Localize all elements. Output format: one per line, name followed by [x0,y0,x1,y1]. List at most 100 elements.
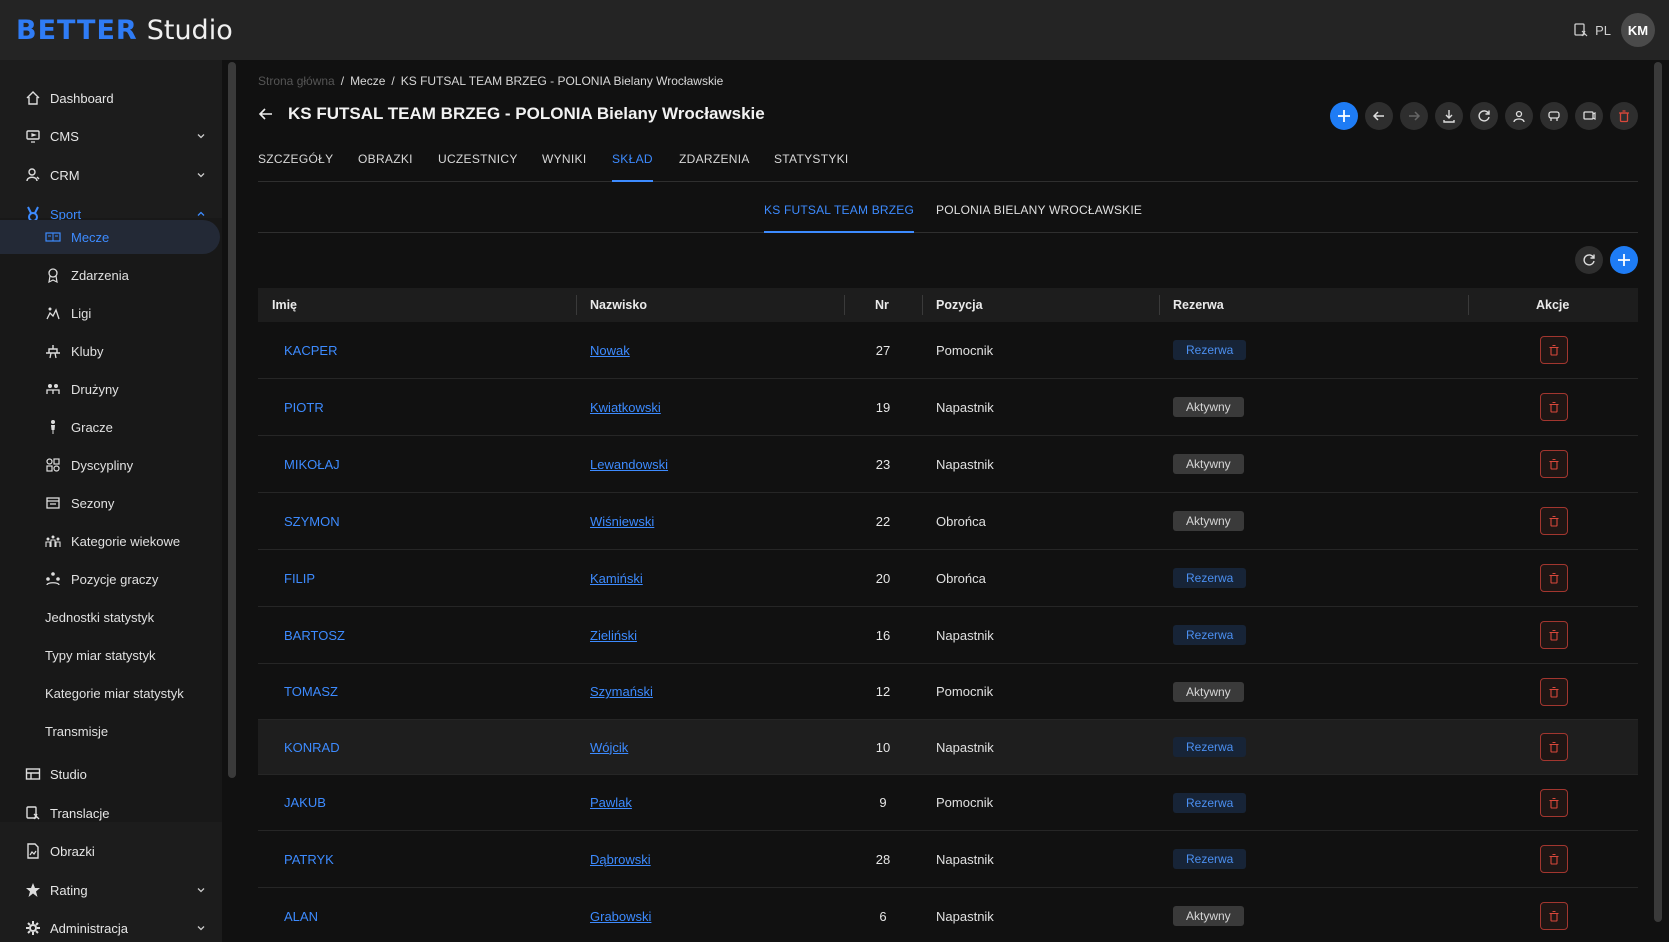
refresh-button[interactable] [1470,102,1498,130]
sidebar-item-cms[interactable]: CMS [0,119,222,153]
delete-player-button[interactable] [1540,621,1568,649]
sidebar-item-obrazki[interactable]: Obrazki [0,834,222,868]
player-first-name[interactable]: KACPER [284,322,337,378]
player-last-name-link[interactable]: Grabowski [590,888,651,942]
sidebar-item-translacje[interactable]: Translacje [0,796,222,830]
player-last-name-link[interactable]: Kwiatkowski [590,379,661,435]
delete-player-button[interactable] [1540,733,1568,761]
player-last-name-link[interactable]: Pawlak [590,775,632,830]
sidebar-sub-kategorie-wiekowe[interactable]: Kategorie wiekowe [0,524,222,558]
player-first-name[interactable]: SZYMON [284,493,340,549]
tab-images[interactable]: OBRAZKI [358,152,413,182]
header-first-name[interactable]: Imię [272,288,297,322]
delete-player-button[interactable] [1540,336,1568,364]
player-first-name[interactable]: PIOTR [284,379,324,435]
player-last-name-link[interactable]: Dąbrowski [590,831,651,887]
header-position[interactable]: Pozycja [936,288,983,322]
status-badge[interactable]: Rezerwa [1173,737,1247,757]
main-scrollbar[interactable] [1654,62,1662,922]
team-tab-away[interactable]: POLONIA BIELANY WROCŁAWSKIE [936,203,1142,233]
tab-lineup[interactable]: SKŁAD [612,152,653,182]
tab-details[interactable]: SZCZEGÓŁY [258,152,333,182]
sidebar-sub-gracze[interactable]: Gracze [0,410,222,444]
table-row[interactable]: KACPER Nowak 27 Pomocnik Rezerwa [258,322,1638,379]
player-first-name[interactable]: ALAN [284,888,318,942]
sidebar-sub-transmisje[interactable]: Transmisje [0,714,222,748]
app-logo[interactable]: BETTER Studio [16,15,233,46]
sidebar-sub-ligi[interactable]: Ligi [0,296,222,330]
table-row[interactable]: ALAN Grabowski 6 Napastnik Aktywny [258,888,1638,942]
player-last-name-link[interactable]: Lewandowski [590,436,668,492]
status-badge[interactable]: Rezerwa [1173,568,1247,588]
sidebar-sub-zdarzenia[interactable]: Zdarzenia [0,258,222,292]
status-badge[interactable]: Rezerwa [1173,849,1247,869]
table-row[interactable]: BARTOSZ Zieliński 16 Napastnik Rezerwa [258,607,1638,664]
sidebar-sub-drużyny[interactable]: Drużyny [0,372,222,406]
player-last-name-link[interactable]: Wójcik [590,720,628,774]
sidebar-sub-typy-miar-statystyk[interactable]: Typy miar statystyk [0,638,222,672]
header-nr[interactable]: Nr [875,288,889,322]
player-last-name-link[interactable]: Szymański [590,664,653,719]
player-last-name-link[interactable]: Zieliński [590,607,637,663]
status-badge[interactable]: Rezerwa [1173,340,1247,360]
sidebar-item-administracja[interactable]: Administracja [0,911,222,942]
table-row[interactable]: JAKUB Pawlak 9 Pomocnik Rezerwa [258,775,1638,831]
tab-events[interactable]: ZDARZENIA [679,152,750,182]
player-first-name[interactable]: TOMASZ [284,664,338,719]
language-switch[interactable]: PL [1573,22,1611,38]
back-arrow-icon[interactable] [258,106,274,122]
participants-button[interactable] [1505,102,1533,130]
breadcrumb-home[interactable]: Strona główna [258,74,335,88]
table-row[interactable]: PIOTR Kwiatkowski 19 Napastnik Aktywny [258,379,1638,436]
tab-participants[interactable]: UCZESTNICY [438,152,518,182]
sidebar-sub-kluby[interactable]: Kluby [0,334,222,368]
download-button[interactable] [1435,102,1463,130]
sidebar-item-crm[interactable]: CRM [0,158,222,192]
delete-player-button[interactable] [1540,677,1568,706]
player-first-name[interactable]: PATRYK [284,831,334,887]
status-badge[interactable]: Rezerwa [1173,625,1247,645]
delete-player-button[interactable] [1540,845,1568,873]
delete-player-button[interactable] [1540,450,1568,478]
table-row[interactable]: MIKOŁAJ Lewandowski 23 Napastnik Aktywny [258,436,1638,493]
player-last-name-link[interactable]: Kamiński [590,550,643,606]
status-badge[interactable]: Aktywny [1173,511,1244,531]
sidebar-sub-pozycje-graczy[interactable]: Pozycje graczy [0,562,222,596]
sidebar-sub-jednostki-statystyk[interactable]: Jednostki statystyk [0,600,222,634]
sidebar-item-dashboard[interactable]: Dashboard [0,81,222,115]
refresh-lineup-button[interactable] [1575,246,1603,274]
player-first-name[interactable]: BARTOSZ [284,607,345,663]
table-row[interactable]: TOMASZ Szymański 12 Pomocnik Aktywny [258,664,1638,720]
delete-record-button[interactable] [1610,102,1638,130]
user-avatar[interactable]: KM [1621,13,1655,47]
status-badge[interactable]: Rezerwa [1173,792,1247,813]
player-first-name[interactable]: FILIP [284,550,315,606]
status-badge[interactable]: Aktywny [1173,454,1244,474]
header-last-name[interactable]: Nazwisko [590,288,647,322]
tab-results[interactable]: WYNIKI [542,152,586,182]
player-first-name[interactable]: KONRAD [284,720,340,774]
delete-player-button[interactable] [1540,393,1568,421]
broadcast-button[interactable] [1575,102,1603,130]
player-first-name[interactable]: MIKOŁAJ [284,436,340,492]
sidebar-sub-kategorie-miar-statystyk[interactable]: Kategorie miar statystyk [0,676,222,710]
delete-player-button[interactable] [1540,788,1568,817]
player-first-name[interactable]: JAKUB [284,775,326,830]
table-row[interactable]: SZYMON Wiśniewski 22 Obrońca Aktywny [258,493,1638,550]
table-row[interactable]: FILIP Kamiński 20 Obrońca Rezerwa [258,550,1638,607]
breadcrumb-matches[interactable]: Mecze [350,74,385,88]
status-badge[interactable]: Aktywny [1173,906,1244,926]
tab-statistics[interactable]: STATYSTYKI [774,152,849,182]
add-player-button[interactable] [1610,246,1638,274]
team-tab-home[interactable]: KS FUTSAL TEAM BRZEG [764,203,915,233]
sidebar-sub-sezony[interactable]: Sezony [0,486,222,520]
add-button[interactable] [1330,102,1358,130]
delete-player-button[interactable] [1540,564,1568,592]
sidebar-sub-dyscypliny[interactable]: Dyscypliny [0,448,222,482]
delete-player-button[interactable] [1540,902,1568,930]
player-last-name-link[interactable]: Wiśniewski [590,493,654,549]
table-row[interactable]: KONRAD Wójcik 10 Napastnik Rezerwa [258,720,1638,775]
player-last-name-link[interactable]: Nowak [590,322,630,378]
sidebar-item-studio[interactable]: Studio [0,757,222,791]
header-reserve[interactable]: Rezerwa [1173,288,1224,322]
